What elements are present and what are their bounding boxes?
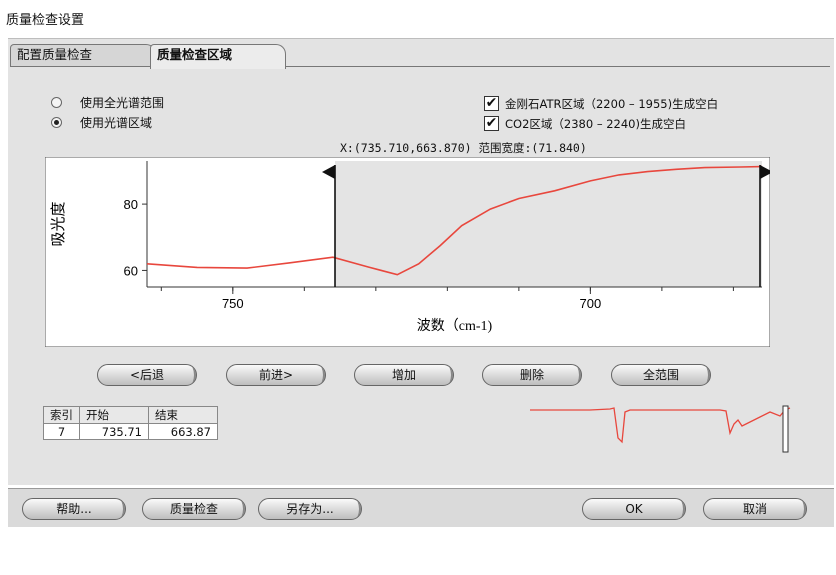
cell-index: 7	[43, 423, 80, 440]
tab-divider	[10, 66, 830, 67]
x-axis-label: 波数（cm-1)	[417, 318, 493, 334]
header-end: 结束	[148, 406, 218, 424]
radio-spectral-region-label: 使用光谱区域	[80, 116, 153, 130]
header-index: 索引	[43, 406, 80, 424]
tab-configure-quality-check[interactable]: 配置质量检查	[10, 44, 156, 66]
cell-start: 735.71	[79, 423, 149, 440]
x-tick-label-750: 750	[222, 296, 244, 311]
save-as-button[interactable]: 另存为...	[258, 498, 362, 520]
back-button[interactable]: <后退	[97, 364, 197, 386]
cursor-readout: X:(735.710,663.870) 范围宽度:(71.840)	[340, 141, 587, 155]
y-tick-label-60: 60	[124, 263, 138, 278]
delete-button[interactable]: 删除	[482, 364, 582, 386]
x-tick-label-700: 700	[580, 296, 602, 311]
add-button[interactable]: 增加	[354, 364, 454, 386]
checkbox-atr[interactable]: ✔	[484, 96, 499, 111]
radio-full-spectrum[interactable]	[51, 97, 62, 108]
quality-check-button[interactable]: 质量检查	[142, 498, 246, 520]
header-start: 开始	[79, 406, 149, 424]
checkbox-co2-label: CO2区域（2380 – 2240)生成空白	[505, 117, 686, 131]
title-bar	[0, 0, 836, 34]
forward-button[interactable]: 前进>	[226, 364, 326, 386]
cell-end: 663.87	[148, 423, 218, 440]
y-tick-label-80: 80	[124, 197, 138, 212]
region-table[interactable]: 索引 开始 结束 7 735.71 663.87	[43, 406, 218, 440]
checkbox-atr-label: 金刚石ATR区域（2200 – 1955)生成空白	[505, 97, 719, 111]
checkbox-co2[interactable]: ✔	[484, 116, 499, 131]
full-range-button[interactable]: 全范围	[611, 364, 711, 386]
ok-button[interactable]: OK	[582, 498, 686, 520]
selected-region	[335, 161, 762, 287]
window-title: 质量检查设置	[6, 13, 85, 28]
spectrum-chart[interactable]: 60 80 750 700 吸光度 波数（cm-1)	[45, 157, 770, 347]
tab-quality-check-region[interactable]: 质量检查区域	[150, 44, 286, 69]
table-row[interactable]: 7 735.71 663.87	[43, 423, 218, 440]
overview-spectrum[interactable]	[530, 398, 800, 456]
y-axis-label: 吸光度	[50, 201, 67, 246]
radio-full-spectrum-label: 使用全光谱范围	[80, 96, 165, 110]
help-button[interactable]: 帮助...	[22, 498, 126, 520]
overview-line	[530, 407, 791, 444]
overview-region-marker	[782, 405, 789, 453]
radio-spectral-region[interactable]	[51, 117, 62, 128]
cancel-button[interactable]: 取消	[703, 498, 807, 520]
